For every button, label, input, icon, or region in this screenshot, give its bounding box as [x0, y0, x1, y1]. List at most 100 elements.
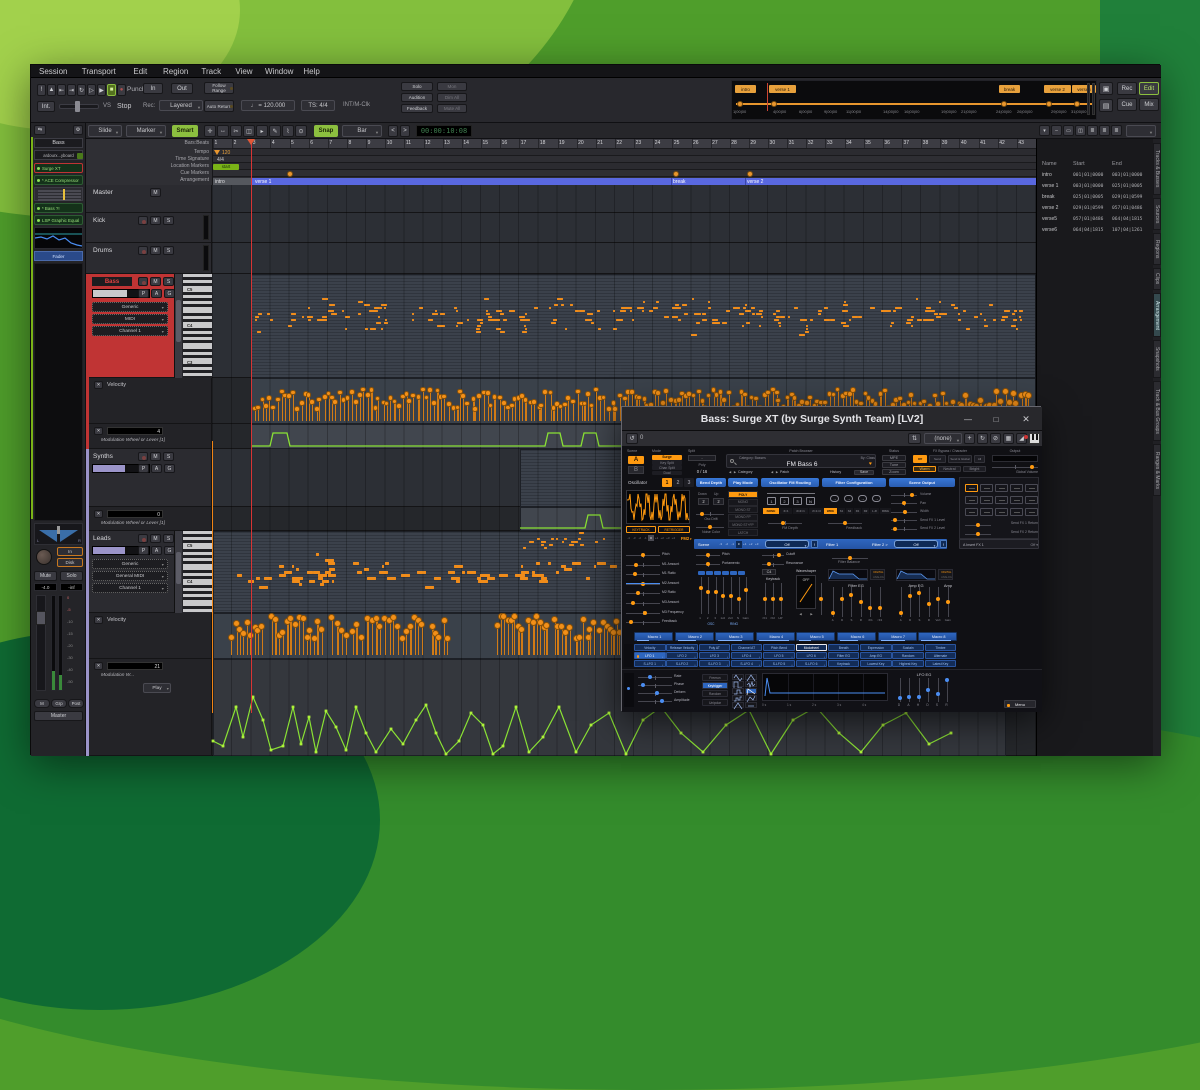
macro-macro-2[interactable]: Macro 2: [675, 632, 714, 641]
mod-source-release-velocity[interactable]: Release Velocity: [666, 644, 698, 651]
lfo-shape-3[interactable]: [745, 681, 757, 687]
filter-config-wide[interactable]: WIDE: [824, 508, 837, 514]
osc-octave-3[interactable]: +3: [665, 535, 670, 541]
play-mode-mono-st-fp[interactable]: MONO ST+FP: [728, 521, 758, 528]
filter-config-ring[interactable]: RING: [880, 508, 891, 514]
status-mpe-button[interactable]: MPE: [882, 455, 906, 461]
lfo-menu-button[interactable]: Menu: [1004, 700, 1036, 708]
patch-prev-button[interactable]: ◀: [770, 470, 774, 474]
filter1-slider-cutoff-handle[interactable]: [777, 553, 781, 557]
osc-octave-1[interactable]: -1: [643, 535, 648, 541]
mod-source-lfo-6[interactable]: LFO 6↓: [796, 652, 828, 659]
filter-eg-slider-5-handle[interactable]: [878, 606, 882, 610]
fx-bypass-send-global-button[interactable]: Send & Global: [948, 455, 972, 463]
osc-drift-slider-handle[interactable]: [700, 512, 704, 516]
mode-key-split-button[interactable]: Key Split: [652, 460, 682, 465]
mixer-slider-3-2-handle[interactable]: [714, 590, 718, 594]
amp-eg-slider-5-handle[interactable]: [946, 600, 950, 604]
keytrack-slider-f1-handle[interactable]: [763, 597, 767, 601]
category-next-button[interactable]: ▶: [733, 470, 737, 474]
lfo-trigger-random[interactable]: Random: [702, 690, 728, 697]
section-header-filter-configuration[interactable]: Filter Configuration: [822, 478, 886, 487]
plugin-listen-button[interactable]: ◢: [1016, 433, 1027, 444]
section-header-play-mode[interactable]: Play Mode: [728, 478, 758, 487]
mixer-slider-n-5-track[interactable]: [739, 577, 740, 614]
mod-source-lfo-3[interactable]: LFO 3↓: [699, 652, 731, 659]
lfo-shape-8[interactable]: [732, 702, 744, 708]
filter-config-s1[interactable]: S1: [838, 508, 845, 514]
play-mode-latch[interactable]: LATCH: [728, 529, 758, 536]
scene-output-pan-handle[interactable]: [902, 501, 906, 505]
mixer-route-chip-0[interactable]: [698, 571, 705, 575]
filter1-mod-chip[interactable]: !: [811, 540, 818, 548]
scene-output-send-fx-2-level-handle[interactable]: [893, 527, 897, 531]
fx-slot[interactable]: [1010, 508, 1023, 516]
mixer-route-chip-4[interactable]: [730, 571, 737, 575]
fx-slot[interactable]: [980, 508, 993, 516]
osc-tab-1[interactable]: 1: [662, 478, 672, 487]
fx-slot[interactable]: [965, 508, 978, 516]
mod-source-lowest-key[interactable]: Lowest Key: [860, 660, 892, 667]
scene-octave-1[interactable]: +1: [742, 541, 748, 548]
fx-bypass-all-button[interactable]: All: [974, 455, 985, 463]
play-mode-mono[interactable]: MONO: [728, 499, 758, 506]
amp-eg-slider-1-handle[interactable]: [908, 594, 912, 598]
fx-slot[interactable]: [965, 484, 978, 492]
fx-slot[interactable]: [995, 496, 1008, 504]
mixer-slider-2x3-4-handle[interactable]: [729, 594, 733, 598]
amp-eg-slider-4-handle[interactable]: [936, 597, 940, 601]
osc-octave-2[interactable]: +2: [660, 535, 665, 541]
scene-a-button[interactable]: A: [628, 456, 644, 464]
keytrack-toggle[interactable]: KEYTRACK: [626, 526, 656, 533]
mod-source-s-lfo-2[interactable]: S-LFO 2↓: [666, 660, 698, 667]
fx-slot[interactable]: [980, 496, 993, 504]
lfo-shape-9[interactable]: [745, 702, 757, 708]
mod-source-highest-key[interactable]: Highest Key: [892, 660, 924, 667]
lfo-shape-7[interactable]: [745, 695, 757, 701]
plugin-preset-dropdown[interactable]: (none)▼: [924, 433, 962, 444]
filter1-type-dropdown[interactable]: Off▼: [765, 540, 809, 548]
amp-eg-slider-3-handle[interactable]: [927, 602, 931, 606]
section-header-scene-output[interactable]: Scene Output: [889, 478, 955, 487]
lfo-slider-amplitude-handle[interactable]: [660, 699, 664, 703]
mixer-slider-1-0-track[interactable]: [701, 577, 702, 614]
lfo-eg-slider-4-track[interactable]: [938, 678, 939, 702]
mixer-route-chip-1[interactable]: [706, 571, 713, 575]
bend-up-value[interactable]: 2: [713, 498, 724, 505]
character-bright-button[interactable]: Bright: [963, 466, 986, 472]
category-prev-button[interactable]: ◀: [728, 470, 732, 474]
plugin-close-button[interactable]: ✕: [1018, 413, 1034, 425]
amp-eg-slider-0-handle[interactable]: [899, 611, 903, 615]
lfo-shape-2[interactable]: [732, 681, 744, 687]
waveshaper-drive-slider-handle[interactable]: [819, 597, 823, 601]
fm-routing-3-2-1[interactable]: 3>2>1: [793, 508, 808, 514]
lfo-slider-deform-handle[interactable]: [655, 691, 659, 695]
filter-eg-slider-4-track[interactable]: [870, 587, 871, 617]
voice-slider-m1-amount-handle[interactable]: [634, 563, 638, 567]
mixer-slider-gain-6-track[interactable]: [746, 577, 747, 614]
macro-macro-4[interactable]: Macro 4: [756, 632, 795, 641]
scene-slider-pitch-handle[interactable]: [706, 553, 710, 557]
filter1-slider-resonance-handle[interactable]: [767, 562, 771, 566]
amp-eg-slider-2-handle[interactable]: [917, 591, 921, 595]
mode-surge-button[interactable]: Surge: [652, 455, 682, 460]
mixer-slider-n-5-handle[interactable]: [737, 597, 741, 601]
mode-dual-button[interactable]: Dual: [652, 471, 682, 476]
mixer-slider-1-0-handle[interactable]: [699, 586, 703, 590]
plugin-titlebar[interactable]: Bass: Surge XT (by Surge Synth Team) [LV…: [622, 407, 1042, 431]
voice-slider-m3-amount-handle[interactable]: [631, 601, 635, 605]
filter-eg-slider-2-track[interactable]: [851, 587, 852, 617]
keytrack-slider-hp-handle[interactable]: [779, 597, 783, 601]
lfo-shape-4[interactable]: [732, 688, 744, 694]
character-warm-button[interactable]: Warm: [913, 466, 936, 472]
global-volume-slider-handle[interactable]: [1030, 465, 1034, 469]
scene-b-button[interactable]: B: [628, 466, 644, 474]
section-header-bend-depth[interactable]: Bend Depth: [696, 478, 726, 487]
osc-tab-3[interactable]: 3: [684, 478, 694, 487]
lfo-shape-0[interactable]: [732, 674, 744, 680]
filter-config-d2[interactable]: D2: [862, 508, 869, 514]
scene-output-send-fx-1-level-handle[interactable]: [893, 518, 897, 522]
macro-macro-8[interactable]: Macro 8: [918, 632, 957, 641]
mod-source-lfo-4[interactable]: LFO 4↓: [731, 652, 763, 659]
plugin-timing-icon[interactable]: ↺: [626, 433, 638, 444]
